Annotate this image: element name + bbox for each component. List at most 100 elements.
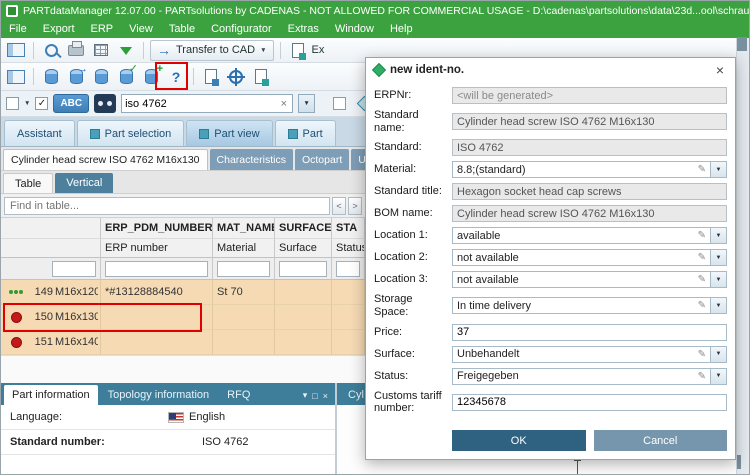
search-dropdown-button[interactable]: ▼ [298, 94, 316, 113]
tab-table[interactable]: Table [3, 173, 54, 193]
menu-table[interactable]: Table [161, 20, 203, 38]
location3-field[interactable]: not available ✎ [452, 271, 711, 289]
cancel-button[interactable]: Cancel [593, 430, 727, 451]
status-field[interactable]: Freigegeben ✎ [452, 367, 711, 385]
target-icon[interactable] [225, 66, 247, 88]
cell-erp-number[interactable]: *#13128884540 [101, 280, 213, 305]
db-update-icon[interactable]: ✓ [115, 63, 138, 88]
doc-copy-icon[interactable] [200, 66, 222, 88]
location1-field[interactable]: available ✎ [452, 227, 711, 245]
cell-erp-number[interactable] [101, 305, 213, 330]
doc-export-icon[interactable] [250, 66, 272, 88]
menu-extras[interactable]: Extras [280, 20, 327, 38]
status-dropdown-button[interactable]: ▼ [711, 367, 727, 385]
menu-window[interactable]: Window [327, 20, 382, 38]
tab-assistant[interactable]: Assistant [4, 120, 75, 146]
filter-status-input[interactable] [336, 260, 360, 277]
customs-tariff-input[interactable] [452, 393, 727, 411]
cell-surface[interactable] [275, 305, 332, 330]
table-row-150[interactable]: 150 M16x130 [1, 305, 365, 330]
header-mat-name[interactable]: MAT_NAME [213, 218, 275, 239]
location2-field[interactable]: not available ✎ [452, 249, 711, 267]
cell-status[interactable] [332, 305, 365, 330]
location1-dropdown-button[interactable]: ▼ [711, 227, 727, 245]
location3-dropdown-button[interactable]: ▼ [711, 271, 727, 289]
help-config-icon[interactable]: ? [165, 66, 187, 88]
dock-icon-7[interactable] [739, 455, 741, 469]
new-ident-icon[interactable]: + [140, 63, 163, 88]
filter-name-input[interactable] [52, 260, 96, 277]
cell-erp-number[interactable] [101, 330, 213, 355]
cell-status[interactable] [332, 330, 365, 355]
dock-icon-5[interactable] [745, 37, 747, 51]
location2-dropdown-button[interactable]: ▼ [711, 249, 727, 267]
cell-material[interactable]: St 70 [213, 280, 275, 305]
transfer-to-cad-button[interactable]: → Transfer to CAD ▼ [150, 39, 274, 61]
storage-space-dropdown-button[interactable]: ▼ [711, 297, 727, 315]
menu-erp[interactable]: ERP [83, 20, 122, 38]
binoculars-search-icon[interactable] [94, 94, 117, 113]
tab-part-information[interactable]: Part information [4, 385, 98, 405]
header-surface[interactable]: SURFACE [275, 218, 332, 239]
search-input[interactable] [125, 97, 279, 110]
header-material[interactable]: Material [213, 239, 275, 258]
tab-octopart[interactable]: Octopart [294, 149, 350, 170]
filter-menu-checkbox[interactable] [6, 97, 19, 110]
panel-layout-icon[interactable] [5, 66, 27, 88]
green-dropdown-icon[interactable] [115, 39, 137, 61]
menu-view[interactable]: View [121, 20, 161, 38]
menu-help[interactable]: Help [382, 20, 421, 38]
header-erp-number[interactable]: ERP number [101, 239, 213, 258]
header-sta[interactable]: STA [332, 218, 365, 239]
abc-search-button[interactable]: ABC [53, 94, 90, 113]
search-settings-icon[interactable] [40, 39, 62, 61]
tab-part-view[interactable]: Part view [186, 120, 273, 146]
preview-checkbox[interactable] [333, 97, 347, 110]
cell-material[interactable] [213, 305, 275, 330]
material-dropdown-button[interactable]: ▼ [711, 161, 727, 179]
menu-export[interactable]: Export [35, 20, 83, 38]
panel-close-icon[interactable]: × [323, 391, 328, 401]
find-prev-button[interactable]: < [332, 196, 346, 215]
db-sync-icon[interactable] [90, 66, 112, 88]
tab-current-part[interactable]: Cylinder head screw ISO 4762 M16x130 [3, 149, 208, 170]
language-select[interactable]: English [168, 411, 225, 423]
filter-menu-chevron-icon[interactable]: ▼ [24, 100, 30, 107]
tab-rfq[interactable]: RFQ [219, 385, 258, 405]
panel-layout-icon[interactable] [5, 39, 27, 61]
price-input[interactable] [452, 323, 727, 341]
db-link-icon[interactable]: → [65, 63, 88, 88]
export-icon[interactable] [287, 39, 309, 61]
table-view-icon[interactable] [90, 39, 112, 61]
tab-part-comparison[interactable]: Part [274, 120, 336, 146]
filter-material-input[interactable] [217, 260, 270, 277]
header-erp-pdm-number[interactable]: ERP_PDM_NUMBER [101, 218, 213, 239]
panel-menu-icon[interactable]: ▾ [303, 390, 308, 401]
tab-vertical[interactable]: Vertical [55, 173, 114, 193]
header-surface-sub[interactable]: Surface [275, 239, 332, 258]
clear-search-icon[interactable]: × [279, 98, 289, 110]
print-icon[interactable] [65, 39, 87, 61]
dialog-close-icon[interactable]: × [713, 63, 727, 77]
cell-status[interactable] [332, 280, 365, 305]
menu-file[interactable]: File [1, 20, 35, 38]
filter-erp-input[interactable] [105, 260, 208, 277]
find-in-table-input[interactable] [4, 196, 330, 215]
storage-space-field[interactable]: In time delivery ✎ [452, 297, 711, 315]
tab-part-selection[interactable]: Part selection [76, 120, 185, 146]
tab-characteristics[interactable]: Characteristics [209, 149, 293, 170]
db-view-icon[interactable] [40, 66, 62, 88]
cell-material[interactable] [213, 330, 275, 355]
surface-field[interactable]: Unbehandelt ✎ [452, 345, 711, 363]
cell-surface[interactable] [275, 280, 332, 305]
ok-button[interactable]: OK [452, 430, 586, 451]
search-option-checkbox[interactable]: ✓ [35, 97, 49, 110]
panel-float-icon[interactable]: □ [312, 391, 317, 401]
tab-topology-information[interactable]: Topology information [100, 385, 218, 405]
cell-surface[interactable] [275, 330, 332, 355]
surface-dropdown-button[interactable]: ▼ [711, 345, 727, 363]
filter-surface-input[interactable] [279, 260, 327, 277]
menu-configurator[interactable]: Configurator [203, 20, 280, 38]
header-status[interactable]: Status [332, 239, 365, 258]
table-row-151[interactable]: 151 M16x140 [1, 330, 365, 355]
